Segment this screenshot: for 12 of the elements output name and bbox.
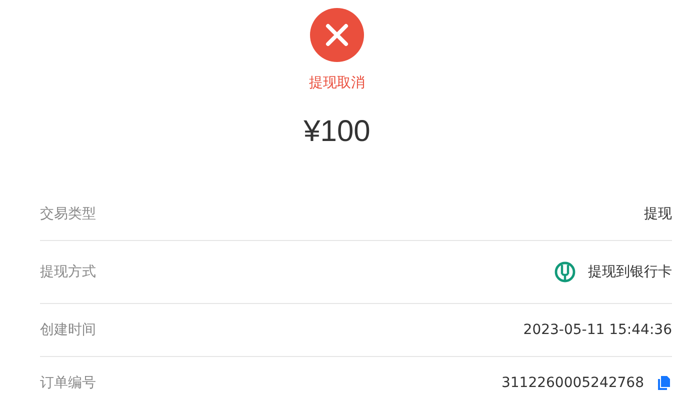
row-label: 提现方式	[40, 263, 96, 281]
bank-logo-icon	[554, 261, 576, 283]
row-value: 3112260005242768	[501, 375, 644, 391]
copy-icon[interactable]	[658, 376, 670, 390]
row-label: 交易类型	[40, 205, 96, 223]
row-label: 创建时间	[40, 321, 96, 339]
amount: ¥100	[304, 114, 370, 150]
status-text: 提现取消	[309, 74, 365, 92]
row-label: 订单编号	[40, 374, 96, 392]
row-value: 2023-05-11 15:44:36	[523, 322, 672, 338]
row-value: 提现到银行卡	[588, 263, 672, 281]
row-value: 提现	[644, 205, 672, 223]
